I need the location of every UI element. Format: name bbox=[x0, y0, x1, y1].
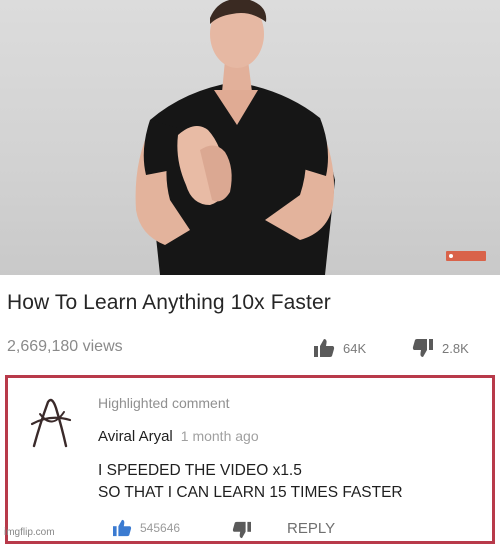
thumbs-down-icon bbox=[232, 521, 251, 539]
comment-line-2: SO THAT I CAN LEARN 15 TIMES FASTER bbox=[98, 484, 403, 501]
imgflip-watermark: imgflip.com bbox=[4, 527, 55, 538]
like-count: 64K bbox=[343, 340, 367, 356]
dislike-button[interactable]: 2.8K bbox=[412, 338, 469, 358]
highlighted-comment-label: Highlighted comment bbox=[98, 395, 230, 411]
video-title[interactable]: How To Learn Anything 10x Faster bbox=[7, 291, 331, 315]
comment-timestamp[interactable]: 1 month ago bbox=[181, 428, 259, 444]
presenter-image bbox=[135, 0, 335, 275]
avatar[interactable] bbox=[26, 394, 74, 450]
view-count: 2,669,180 views bbox=[7, 338, 123, 355]
dislike-count: 2.8K bbox=[442, 340, 469, 356]
comment-like-count: 545646 bbox=[140, 521, 181, 535]
comment-line-1: I SPEEDED THE VIDEO x1.5 bbox=[98, 462, 302, 479]
comment-text: I SPEEDED THE VIDEO x1.5 SO THAT I CAN L… bbox=[98, 460, 403, 504]
comment-dislike-button[interactable] bbox=[232, 521, 252, 544]
thumbs-up-icon bbox=[113, 519, 132, 537]
comment-author: Aviral Aryal 1 month ago bbox=[98, 428, 259, 445]
author-name[interactable]: Aviral Aryal bbox=[98, 428, 173, 445]
highlighted-comment: Highlighted comment Aviral Aryal 1 month … bbox=[5, 375, 495, 544]
reply-button[interactable]: REPLY bbox=[287, 520, 335, 537]
comment-like-button[interactable]: 545646 bbox=[112, 519, 180, 537]
channel-logo-icon bbox=[446, 251, 486, 261]
thumbs-down-icon bbox=[412, 339, 433, 357]
video-thumbnail[interactable] bbox=[0, 0, 500, 275]
thumbs-up-icon bbox=[314, 339, 335, 357]
like-button[interactable]: 64K bbox=[313, 338, 366, 358]
